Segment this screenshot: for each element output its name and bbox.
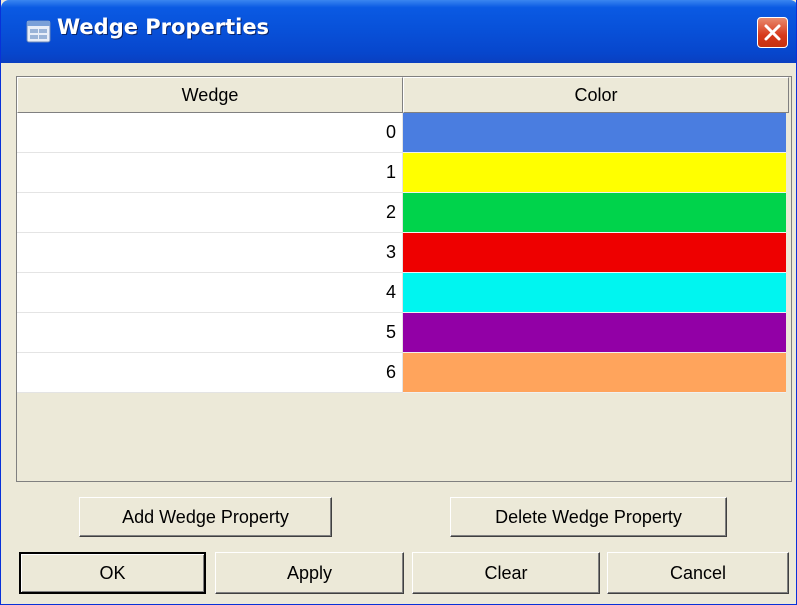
wedge-cell[interactable]: 0 <box>17 113 403 153</box>
table-header: Wedge Color <box>17 77 791 113</box>
app-icon <box>26 20 51 43</box>
cancel-button[interactable]: Cancel <box>607 552 789 594</box>
wedge-cell[interactable]: 3 <box>17 233 403 273</box>
table-row[interactable]: 6 <box>17 353 791 393</box>
table-row[interactable]: 1 <box>17 153 791 193</box>
clear-button[interactable]: Clear <box>412 552 600 594</box>
close-icon <box>764 24 781 41</box>
dialog-body: Wedge Color 0 1 2 3 4 5 6 Add Wedge Prop… <box>5 63 792 601</box>
wedge-cell[interactable]: 4 <box>17 273 403 313</box>
table-row[interactable]: 5 <box>17 313 791 353</box>
window-title: Wedge Properties <box>57 15 270 39</box>
delete-wedge-property-button[interactable]: Delete Wedge Property <box>450 497 727 537</box>
add-wedge-property-button[interactable]: Add Wedge Property <box>79 497 332 537</box>
wedge-properties-dialog: Wedge Properties Wedge Color 0 1 2 3 4 5… <box>0 0 797 605</box>
wedge-cell[interactable]: 5 <box>17 313 403 353</box>
color-cell[interactable] <box>403 153 786 193</box>
color-cell[interactable] <box>403 313 786 353</box>
wedge-cell[interactable]: 6 <box>17 353 403 393</box>
wedge-table: Wedge Color 0 1 2 3 4 5 6 <box>16 76 792 482</box>
color-cell[interactable] <box>403 273 786 313</box>
color-cell[interactable] <box>403 193 786 233</box>
close-button[interactable] <box>757 17 788 48</box>
color-cell[interactable] <box>403 113 786 153</box>
table-row[interactable]: 0 <box>17 113 791 153</box>
title-bar[interactable]: Wedge Properties <box>1 0 796 63</box>
column-header-wedge[interactable]: Wedge <box>17 77 403 113</box>
color-cell[interactable] <box>403 233 786 273</box>
color-cell[interactable] <box>403 353 786 393</box>
table-row[interactable]: 2 <box>17 193 791 233</box>
column-header-color[interactable]: Color <box>403 77 789 113</box>
wedge-cell[interactable]: 1 <box>17 153 403 193</box>
wedge-cell[interactable]: 2 <box>17 193 403 233</box>
table-row[interactable]: 3 <box>17 233 791 273</box>
ok-button[interactable]: OK <box>19 552 206 594</box>
table-row[interactable]: 4 <box>17 273 791 313</box>
table-body: 0 1 2 3 4 5 6 <box>17 113 791 393</box>
apply-button[interactable]: Apply <box>215 552 404 594</box>
